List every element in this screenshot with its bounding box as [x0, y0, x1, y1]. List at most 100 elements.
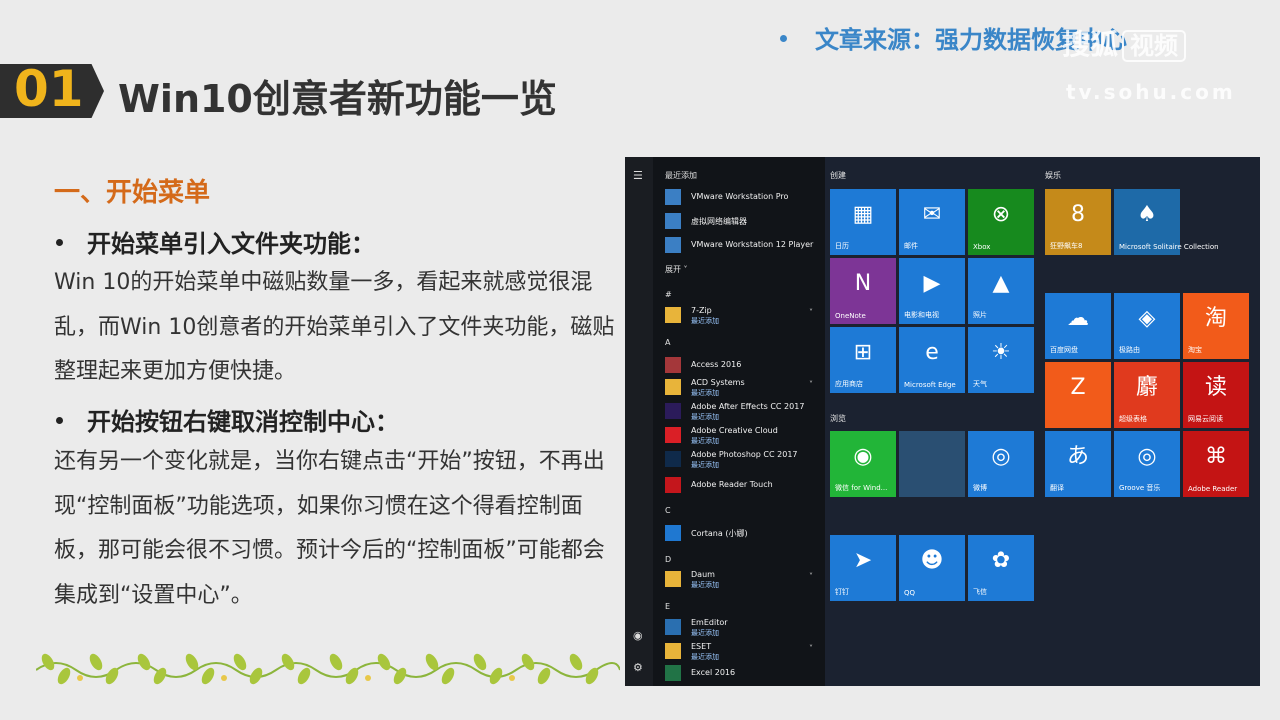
- chevron-down-icon[interactable]: ˅: [809, 644, 813, 653]
- start-menu-screenshot: ☰ ◉ ⚙ 最近添加 VMware Workstation Pro 虚拟网络编辑器…: [625, 157, 1260, 686]
- tile-label: 微信 for Wind...: [835, 484, 888, 492]
- tile-area: 创建 浏览 娱乐 ▦ 日历 ✉ 邮件 ⊗ Xbox N OneNote ▶ 电影和电视 ▲ 照片 ⊞ 应用…: [825, 157, 1260, 686]
- letter-header[interactable]: D: [665, 555, 671, 564]
- app-tile[interactable]: ◎ 微博: [968, 431, 1034, 497]
- tile-label: 天气: [973, 380, 987, 388]
- bullet-heading-1: 开始菜单引入文件夹功能：: [56, 224, 375, 259]
- watermark-name: 搜狐: [1062, 28, 1119, 61]
- app-name: VMware Workstation 12 Player: [691, 240, 814, 249]
- app-tile[interactable]: ◈ 极路由: [1114, 293, 1180, 359]
- tile-label: Adobe Reader: [1188, 485, 1238, 493]
- app-tile[interactable]: ✉ 邮件: [899, 189, 965, 255]
- app-tile[interactable]: ▶ 电影和电视: [899, 258, 965, 324]
- app-tile[interactable]: ☻ QQ: [899, 535, 965, 601]
- app-icon: [665, 189, 681, 205]
- app-tile[interactable]: 淘淘宝: [1183, 293, 1249, 359]
- app-subtext: 最近添加: [691, 653, 719, 661]
- app-name: EmEditor: [691, 618, 728, 627]
- app-tile[interactable]: ⊗ Xbox: [968, 189, 1034, 255]
- app-icon: [665, 619, 681, 635]
- app-subtext: 最近添加: [691, 629, 719, 637]
- tile-label: 网易云阅读: [1188, 415, 1223, 423]
- chevron-down-icon[interactable]: ˅: [809, 380, 813, 389]
- app-tile[interactable]: ☀ 天气: [968, 327, 1034, 393]
- app-subtext: 最近添加: [691, 437, 719, 445]
- app-tile[interactable]: ▲ 照片: [968, 258, 1034, 324]
- app-icon: [665, 237, 681, 253]
- letter-header[interactable]: #: [665, 290, 672, 299]
- chevron-down-icon[interactable]: ˅: [809, 308, 813, 317]
- group-create-header: 创建: [830, 171, 846, 180]
- tile-label: 狂野飙车8: [1050, 242, 1083, 250]
- hamburger-icon[interactable]: ☰: [633, 169, 643, 182]
- tile-icon: ◈: [1138, 306, 1156, 331]
- app-tile[interactable]: N OneNote: [830, 258, 896, 324]
- tile-label: 钉钉: [835, 588, 849, 596]
- app-tile[interactable]: ⌘ Adobe Reader: [1183, 431, 1249, 497]
- group-browse-header: 浏览: [830, 414, 846, 423]
- bullet-heading-2: 开始按钮右键取消控制中心：: [56, 402, 399, 437]
- letter-header[interactable]: C: [665, 506, 671, 515]
- app-tile[interactable]: e Microsoft Edge: [899, 327, 965, 393]
- app-tile[interactable]: 麝超级表格: [1114, 362, 1180, 428]
- app-subtext: 最近添加: [691, 317, 719, 325]
- app-tile[interactable]: ◉ 微信 for Wind...: [830, 431, 896, 497]
- tile-icon: ☁: [1067, 306, 1089, 331]
- app-subtext: 最近添加: [691, 581, 719, 589]
- tile-icon: 麝: [1135, 375, 1158, 400]
- tile-label: 超级表格: [1119, 415, 1147, 423]
- app-name: Cortana (小娜): [691, 529, 748, 538]
- tile-label: QQ: [904, 589, 916, 597]
- app-tile[interactable]: ♠ Microsoft Solitaire Collection: [1114, 189, 1219, 255]
- tile-icon: ◎: [1137, 444, 1157, 469]
- section-number: 01: [14, 60, 84, 118]
- app-tile[interactable]: ▦ 日历: [830, 189, 896, 255]
- app-name: Adobe Creative Cloud: [691, 426, 778, 435]
- tile-icon: ◉: [853, 444, 873, 469]
- letter-header[interactable]: E: [665, 602, 670, 611]
- app-tile[interactable]: [899, 431, 965, 497]
- app-tile[interactable]: ☁ 百度网盘: [1045, 293, 1111, 359]
- recent-header: 最近添加: [665, 171, 697, 180]
- app-tile[interactable]: ➤ 钉钉: [830, 535, 896, 601]
- tile-label: 照片: [973, 311, 987, 319]
- tile-icon: ◎: [991, 444, 1011, 469]
- app-icon: [665, 571, 681, 587]
- app-tile[interactable]: 8 狂野飙车8: [1045, 189, 1111, 255]
- letter-header[interactable]: A: [665, 338, 670, 347]
- tile-icon: ⌘: [1205, 444, 1227, 469]
- tile-label: 日历: [835, 242, 849, 250]
- app-icon: [665, 451, 681, 467]
- app-tile[interactable]: 读网易云阅读: [1183, 362, 1249, 428]
- app-tile[interactable]: ✿ 飞信: [968, 535, 1034, 601]
- tile-label: Groove 音乐: [1119, 484, 1161, 492]
- app-icon: [665, 213, 681, 229]
- app-tile[interactable]: ◎ Groove 音乐: [1114, 431, 1180, 497]
- app-tile[interactable]: ⊞ 应用商店: [830, 327, 896, 393]
- decorative-vine: [36, 653, 620, 685]
- bullet-dot: [56, 416, 63, 424]
- tile-label: OneNote: [835, 312, 866, 320]
- app-icon: [665, 307, 681, 323]
- tile-label: 应用商店: [835, 380, 863, 388]
- app-icon: [665, 403, 681, 419]
- tile-label: 极路由: [1119, 346, 1140, 354]
- user-icon[interactable]: ◉: [633, 629, 643, 642]
- group-play-header: 娱乐: [1045, 171, 1061, 180]
- expand-link[interactable]: 展开 ˅: [665, 264, 688, 275]
- tile-icon: e: [925, 340, 939, 365]
- app-list: 最近添加 VMware Workstation Pro 虚拟网络编辑器 VMware…: [661, 157, 821, 686]
- page-title: Win10创意者新功能一览: [118, 77, 557, 121]
- app-icon: [665, 665, 681, 681]
- app-name: Adobe Photoshop CC 2017: [691, 450, 798, 459]
- chevron-down-icon[interactable]: ˅: [809, 572, 813, 581]
- app-tile[interactable]: あ翻译: [1045, 431, 1111, 497]
- settings-icon[interactable]: ⚙: [633, 661, 643, 674]
- tile-icon: 读: [1204, 375, 1227, 400]
- app-subtext: 最近添加: [691, 413, 719, 421]
- tile-icon: あ: [1066, 444, 1089, 469]
- app-icon: [665, 379, 681, 395]
- app-tile[interactable]: Z: [1045, 362, 1111, 428]
- tile-label: 百度网盘: [1050, 346, 1078, 354]
- tile-label: Microsoft Solitaire Collection: [1119, 243, 1219, 251]
